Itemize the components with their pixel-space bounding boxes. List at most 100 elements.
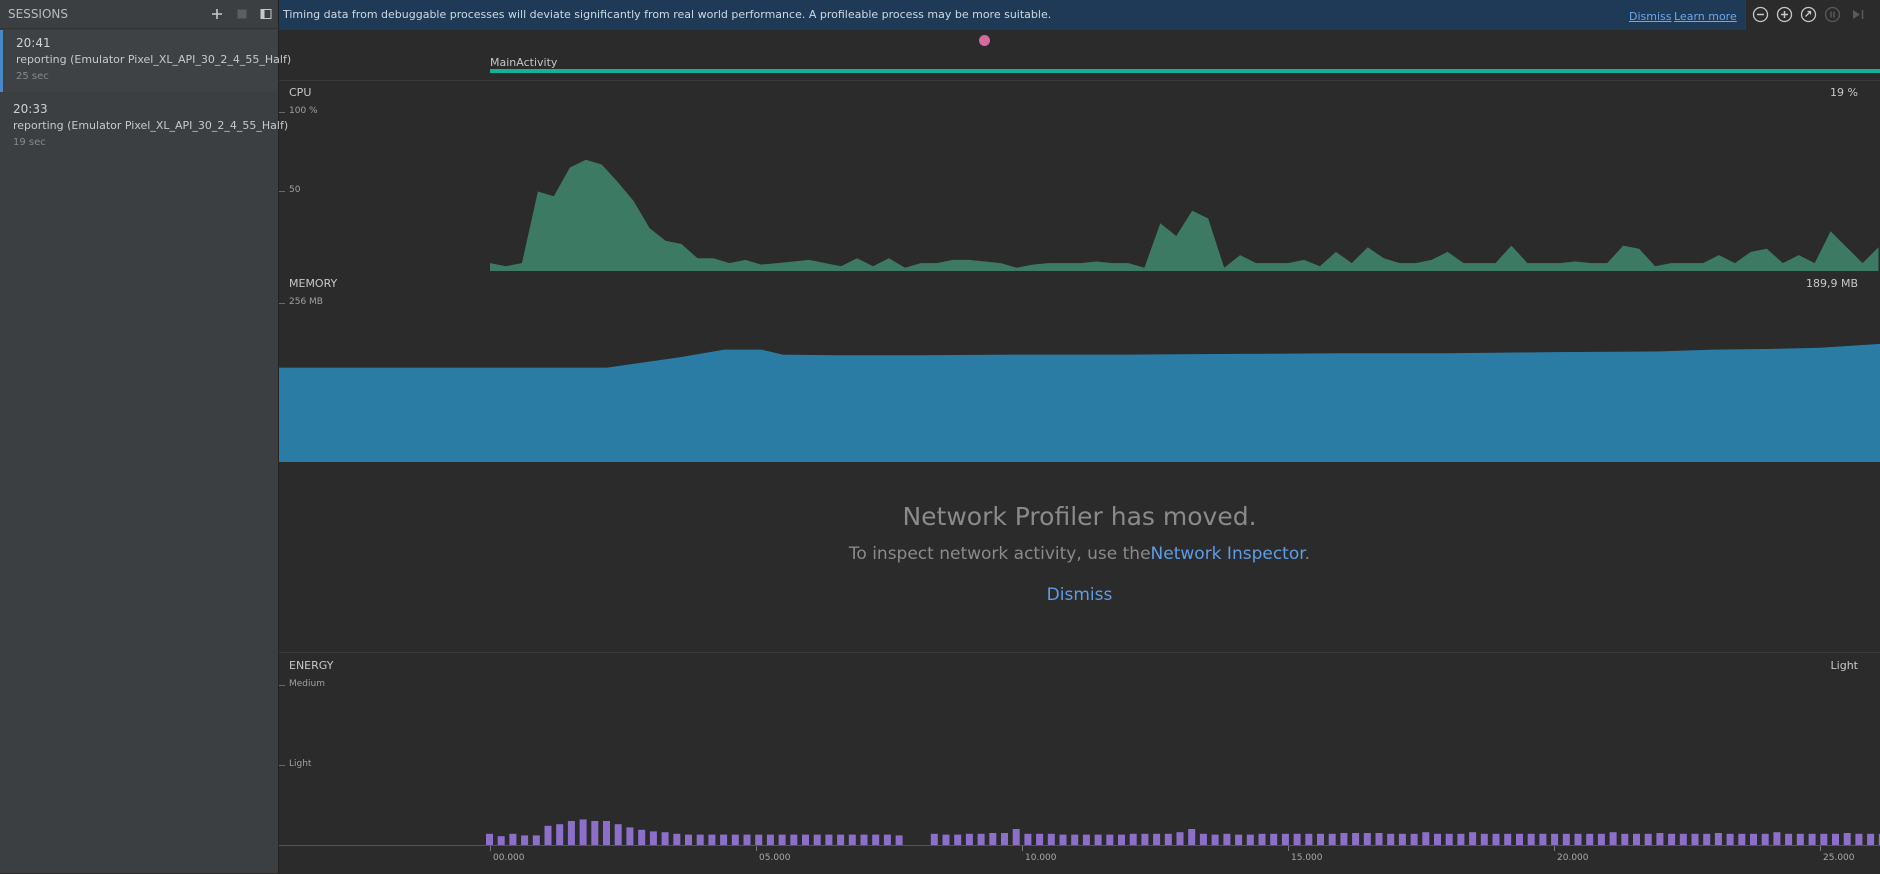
panel-toggle-icon [260, 9, 272, 19]
energy-bar [1024, 833, 1032, 845]
energy-bar [1808, 833, 1816, 845]
energy-bar [1832, 833, 1839, 845]
energy-bar [954, 834, 962, 845]
energy-bar [1305, 833, 1313, 845]
network-message: To inspect network activity, use theNetw… [279, 544, 1880, 564]
time-label: 20.000 [1557, 853, 1589, 863]
energy-bar [509, 833, 517, 845]
energy-bar [1118, 834, 1125, 845]
energy-bar [1235, 834, 1243, 845]
energy-bar [989, 833, 997, 845]
energy-bar [1153, 833, 1161, 845]
session-duration: 25 sec [16, 71, 49, 82]
energy-bar [1176, 832, 1184, 845]
energy-bar [1293, 833, 1301, 845]
energy-bar [778, 834, 786, 845]
pause-icon[interactable] [1824, 6, 1841, 23]
energy-bar [673, 833, 681, 845]
time-label: 25.000 [1823, 853, 1855, 863]
energy-bar [708, 834, 716, 845]
energy-bar [731, 834, 739, 845]
collapse-panel-button[interactable] [257, 5, 275, 23]
energy-monitor[interactable]: ENERGY Light Medium Light [279, 653, 1880, 845]
banner-learn-more-link[interactable]: Learn more [1674, 10, 1737, 23]
energy-bar [1375, 833, 1383, 845]
cpu-monitor[interactable]: CPU 19 % 100 % 50 [279, 81, 1880, 271]
network-notice: Network Profiler has moved. To inspect n… [279, 462, 1880, 653]
energy-bar [1843, 833, 1851, 845]
session-time: 20:41 [16, 36, 51, 50]
memory-monitor[interactable]: MEMORY 189,9 MB 256 MB 128 [279, 272, 1880, 462]
zoom-in-icon[interactable] [1776, 6, 1793, 23]
time-tick [1288, 846, 1289, 851]
energy-bar [521, 835, 529, 845]
cpu-area [490, 159, 1879, 271]
energy-bar [1551, 833, 1559, 845]
time-label: 10.000 [1025, 853, 1057, 863]
energy-bar [486, 833, 493, 845]
zoom-out-icon[interactable] [1752, 6, 1769, 23]
energy-bar [532, 835, 540, 845]
energy-bar [1352, 833, 1360, 845]
energy-bar [1750, 833, 1757, 845]
energy-bar [1001, 833, 1008, 845]
time-label: 15.000 [1291, 853, 1323, 863]
energy-bar [591, 821, 599, 845]
stop-session-button[interactable] [233, 5, 251, 23]
add-session-button[interactable] [208, 5, 226, 23]
energy-bar [1586, 833, 1594, 845]
activity-bar[interactable] [490, 69, 1880, 73]
energy-bar [825, 834, 833, 845]
energy-bar [720, 834, 728, 845]
energy-bar [1621, 833, 1629, 845]
energy-bar [837, 834, 845, 845]
session-item[interactable]: 20:33 reporting (Emulator Pixel_XL_API_3… [0, 96, 288, 158]
energy-bar [965, 833, 973, 845]
network-dismiss-button[interactable]: Dismiss [1047, 585, 1113, 605]
activity-label: MainActivity [490, 56, 558, 69]
energy-bar [1164, 833, 1172, 845]
energy-bar [1071, 834, 1079, 845]
energy-bar [755, 834, 763, 845]
energy-bar [1422, 832, 1430, 845]
energy-bar [661, 832, 669, 845]
energy-bar [1094, 834, 1102, 845]
energy-bar [1714, 833, 1722, 845]
cpu-chart [490, 159, 1879, 271]
energy-bar [930, 833, 938, 845]
time-axis[interactable]: 00.000 05.000 10.000 15.000 20.000 25.00… [279, 845, 1880, 874]
go-to-live-icon[interactable] [1850, 6, 1867, 23]
energy-bar [1597, 833, 1605, 845]
energy-bar [813, 834, 821, 845]
banner-dismiss-link[interactable]: Dismiss [1629, 10, 1672, 23]
time-tick [490, 846, 491, 851]
energy-bar [1539, 833, 1547, 845]
energy-bar [743, 834, 751, 845]
energy-bar [860, 834, 868, 845]
energy-bar [883, 834, 891, 845]
energy-bar [1785, 833, 1793, 845]
time-label: 00.000 [493, 853, 525, 863]
energy-bar [556, 824, 564, 845]
network-inspector-link[interactable]: Network Inspector [1151, 544, 1305, 564]
energy-bar [1141, 833, 1149, 845]
memory-chart [279, 344, 1880, 462]
energy-bar [1211, 834, 1219, 845]
energy-bar [626, 827, 634, 845]
energy-bar [614, 824, 622, 845]
energy-bar [848, 834, 856, 845]
energy-bar [1504, 833, 1512, 845]
energy-bar [1047, 833, 1055, 845]
interaction-event-marker[interactable] [979, 35, 990, 46]
energy-bar [685, 834, 692, 845]
reset-zoom-icon[interactable] [1800, 6, 1817, 23]
energy-bar [942, 834, 950, 845]
energy-bar [1258, 833, 1266, 845]
energy-bar [1188, 829, 1196, 845]
energy-bar [1527, 833, 1535, 845]
session-item[interactable]: 20:41 reporting (Emulator Pixel_XL_API_3… [0, 30, 291, 92]
energy-bar [1796, 833, 1804, 845]
session-duration: 19 sec [13, 137, 46, 148]
energy-bar [1434, 833, 1441, 845]
energy-bar [567, 821, 575, 845]
